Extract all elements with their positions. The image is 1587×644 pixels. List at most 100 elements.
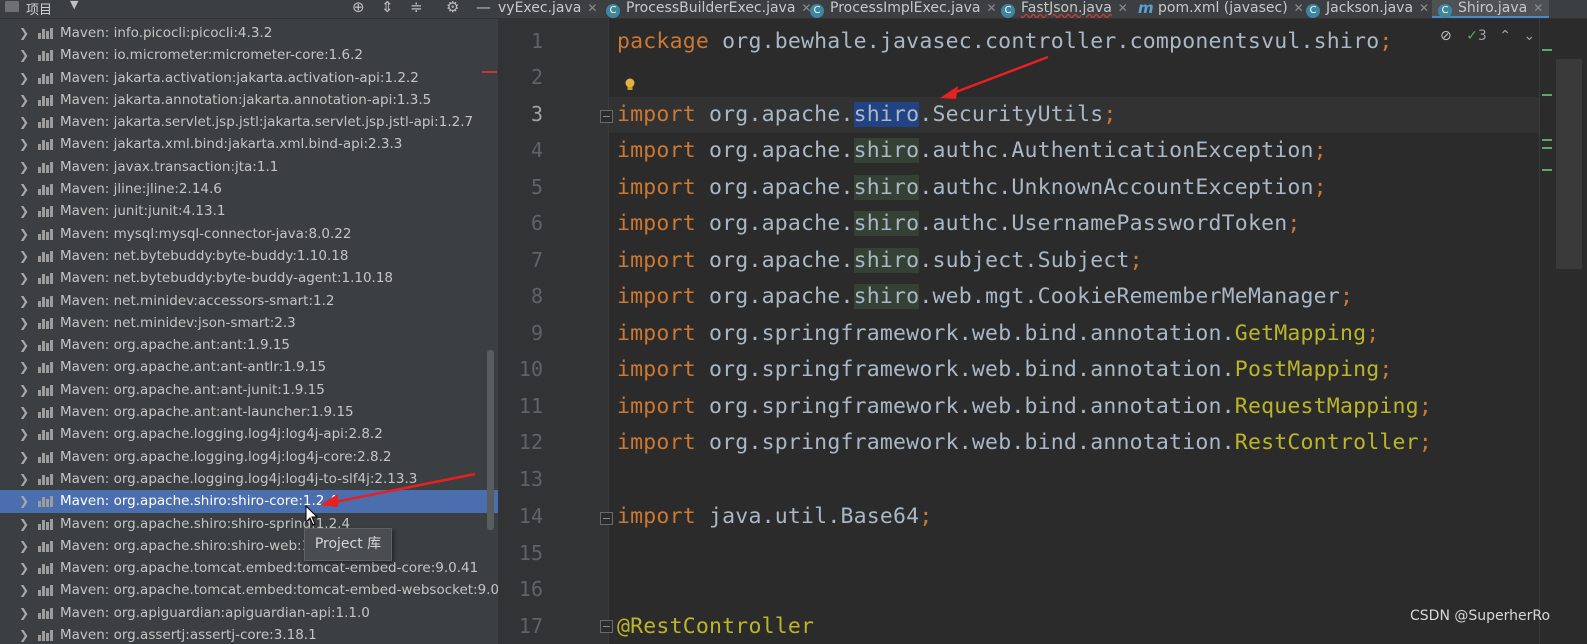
tree-item[interactable]: ❯ Maven: org.apache.ant:ant-junit:1.9.15 — [0, 379, 498, 401]
chevron-up-icon[interactable]: ⌃ — [1499, 28, 1511, 44]
chevron-right-icon[interactable]: ❯ — [19, 356, 29, 378]
tree-item[interactable]: ❯ Maven: net.bytebuddy:byte-buddy-agent:1… — [0, 267, 498, 289]
chevron-right-icon[interactable]: ❯ — [19, 379, 29, 401]
tree-item-label: Maven: net.minidev:accessors-smart:1.2 — [60, 292, 335, 309]
tree-item[interactable]: ❯ Maven: org.apache.shiro:shiro-web:1.2 — [0, 535, 498, 557]
watermark: CSDN @SuperherRo — [1410, 608, 1551, 624]
chevron-right-icon[interactable]: ❯ — [19, 200, 29, 222]
tree-scrollbar[interactable] — [487, 350, 494, 530]
tree-item[interactable]: ❯ Maven: jakarta.activation:jakarta.activ… — [0, 67, 498, 89]
tab-fastjson[interactable]: C FastJson.java ✕ — [1001, 0, 1128, 18]
tree-item[interactable]: ❯ Maven: org.apache.shiro:shiro-spring:1.… — [0, 513, 498, 535]
expand-all-icon[interactable]: ⇕ — [381, 0, 394, 16]
error-stripe[interactable] — [1539, 19, 1587, 644]
tree-item[interactable]: ❯ Maven: io.micrometer:micrometer-core:1.… — [0, 44, 498, 66]
editor-tab-bar: vyExec.java ✕ C ProcessBuilderExec.java ✕ C… — [498, 0, 1587, 19]
tree-item[interactable]: ❯ Maven: org.apache.logging.log4j:log4j-t… — [0, 468, 498, 490]
fold-marker-icon[interactable] — [600, 512, 613, 525]
close-icon[interactable]: ✕ — [1294, 1, 1304, 15]
tree-item[interactable]: ❯ Maven: org.assertj:assertj-core:3.18.1 — [0, 624, 498, 644]
chevron-right-icon[interactable]: ❯ — [19, 312, 29, 334]
close-icon[interactable]: ✕ — [1118, 1, 1128, 15]
chevron-right-icon[interactable]: ❯ — [19, 67, 29, 89]
close-icon[interactable]: ✕ — [1419, 1, 1429, 15]
chevron-right-icon[interactable]: ❯ — [19, 245, 29, 267]
tree-item[interactable]: ❯ Maven: org.apache.shiro:shiro-core:1.2.… — [0, 490, 498, 513]
chevron-right-icon[interactable]: ❯ — [19, 22, 29, 44]
tree-item[interactable]: ❯ Maven: jakarta.xml.bind:jakarta.xml.bin… — [0, 133, 498, 155]
tab-pom-xml[interactable]: m pom.xml (javasec) ✕ — [1138, 0, 1304, 18]
chevron-right-icon[interactable]: ❯ — [19, 267, 29, 289]
line-number: 7 — [530, 248, 543, 272]
tree-item[interactable]: ❯ Maven: net.minidev:accessors-smart:1.2 — [0, 290, 498, 312]
tree-item[interactable]: ❯ Maven: net.minidev:json-smart:2.3 — [0, 312, 498, 334]
tree-item[interactable]: ❯ Maven: junit:junit:4.13.1 — [0, 200, 498, 222]
inspection-widget[interactable]: ⊘ ✓3 ⌃ ⌄ — [1440, 28, 1535, 44]
chevron-right-icon[interactable]: ❯ — [19, 178, 29, 200]
tree-item[interactable]: ❯ Maven: org.apache.ant:ant:1.9.15 — [0, 334, 498, 356]
chevron-right-icon[interactable]: ❯ — [19, 89, 29, 111]
chevron-right-icon[interactable]: ❯ — [19, 446, 29, 468]
chevron-down-icon[interactable]: ▼ — [70, 0, 78, 11]
tree-item-label: Maven: org.apache.ant:ant:1.9.15 — [60, 337, 291, 354]
tree-item-label: Maven: org.apache.tomcat.embed:tomcat-em… — [60, 560, 479, 577]
tree-item[interactable]: ❯ Maven: org.apache.tomcat.embed:tomcat-e… — [0, 557, 498, 579]
tree-item[interactable]: ❯ Maven: org.apache.ant:ant-antlr:1.9.15 — [0, 356, 498, 378]
close-icon[interactable]: ✕ — [986, 1, 996, 15]
tab-shiro[interactable]: C Shiro.java ✕ — [1432, 0, 1550, 18]
chevron-right-icon[interactable]: ❯ — [19, 133, 29, 155]
chevron-right-icon[interactable]: ❯ — [19, 44, 29, 66]
locate-icon[interactable]: ⊕ — [352, 0, 365, 16]
reader-mode-icon[interactable]: ⊘ — [1440, 28, 1452, 44]
chevron-right-icon[interactable]: ❯ — [19, 111, 29, 133]
tree-item[interactable]: ❯ Maven: jline:jline:2.14.6 — [0, 178, 498, 200]
close-icon[interactable]: ✕ — [587, 1, 597, 15]
tree-item[interactable]: ❯ Maven: org.apache.logging.log4j:log4j-c… — [0, 446, 498, 468]
tab-processimplexec[interactable]: C ProcessImplExec.java ✕ — [810, 0, 997, 18]
chevron-right-icon[interactable]: ❯ — [19, 223, 29, 245]
tree-item[interactable]: ❯ Maven: info.picocli:picocli:4.3.2 — [0, 22, 498, 44]
chevron-down-icon[interactable]: ⌄ — [1523, 28, 1535, 44]
tree-item-label: Maven: org.apache.ant:ant-junit:1.9.15 — [60, 381, 325, 398]
code-line-4: import org.apache.shiro.authc.Authentica… — [617, 138, 1327, 163]
chevron-right-icon[interactable]: ❯ — [19, 468, 29, 490]
fold-marker-icon[interactable] — [600, 110, 613, 123]
gear-icon[interactable]: ⚙ — [446, 0, 459, 16]
chevron-right-icon[interactable]: ❯ — [19, 423, 29, 445]
hide-panel-icon[interactable]: — — [476, 0, 491, 16]
tree-item[interactable]: ❯ Maven: net.bytebuddy:byte-buddy:1.10.18 — [0, 245, 498, 267]
chevron-right-icon[interactable]: ❯ — [19, 535, 29, 557]
close-icon[interactable]: ✕ — [1533, 1, 1543, 15]
chevron-right-icon[interactable]: ❯ — [19, 602, 29, 624]
collapse-all-icon[interactable]: ≑ — [410, 0, 423, 16]
chevron-right-icon[interactable]: ❯ — [19, 490, 29, 512]
tab-jackson[interactable]: C Jackson.java ✕ — [1306, 0, 1429, 18]
tree-item[interactable]: ❯ Maven: org.apache.tomcat.embed:tomcat-e… — [0, 579, 498, 601]
tree-item[interactable]: ❯ Maven: org.apiguardian:apiguardian-api:… — [0, 602, 498, 624]
lightbulb-icon[interactable] — [624, 78, 636, 92]
tab-processbuilderexec[interactable]: C ProcessBuilderExec.java ✕ — [606, 0, 811, 18]
chevron-right-icon[interactable]: ❯ — [19, 401, 29, 423]
chevron-right-icon[interactable]: ❯ — [19, 557, 29, 579]
tab-label: ProcessBuilderExec.java — [626, 0, 796, 16]
tree-item-label: Maven: jakarta.xml.bind:jakarta.xml.bind… — [60, 136, 403, 153]
chevron-right-icon[interactable]: ❯ — [19, 290, 29, 312]
chevron-right-icon[interactable]: ❯ — [19, 624, 29, 644]
tree-item[interactable]: ❯ Maven: mysql:mysql-connector-java:8.0.2… — [0, 223, 498, 245]
chevron-right-icon[interactable]: ❯ — [19, 513, 29, 535]
tab-label: pom.xml (javasec) — [1158, 0, 1288, 16]
tree-item[interactable]: ❯ Maven: jakarta.annotation:jakarta.annot… — [0, 89, 498, 111]
line-number: 16 — [518, 577, 543, 601]
chevron-right-icon[interactable]: ❯ — [19, 579, 29, 601]
project-tree: ❯ Maven: info.picocli:picocli:4.3.2 ❯ Maven… — [0, 22, 498, 644]
tab-vyexec[interactable]: vyExec.java ✕ — [498, 0, 597, 18]
chevron-right-icon[interactable]: ❯ — [19, 156, 29, 178]
tree-item[interactable]: ❯ Maven: org.apache.logging.log4j:log4j-a… — [0, 423, 498, 445]
tree-item[interactable]: ❯ Maven: jakarta.servlet.jsp.jstl:jakarta… — [0, 111, 498, 133]
tree-item-label: Maven: jakarta.annotation:jakarta.annota… — [60, 91, 432, 108]
chevron-right-icon[interactable]: ❯ — [19, 334, 29, 356]
tree-item[interactable]: ❯ Maven: org.apache.ant:ant-launcher:1.9.… — [0, 401, 498, 423]
fold-marker-icon[interactable] — [600, 620, 613, 633]
tree-item[interactable]: ❯ Maven: javax.transaction:jta:1.1 — [0, 156, 498, 178]
library-icon — [38, 138, 55, 151]
